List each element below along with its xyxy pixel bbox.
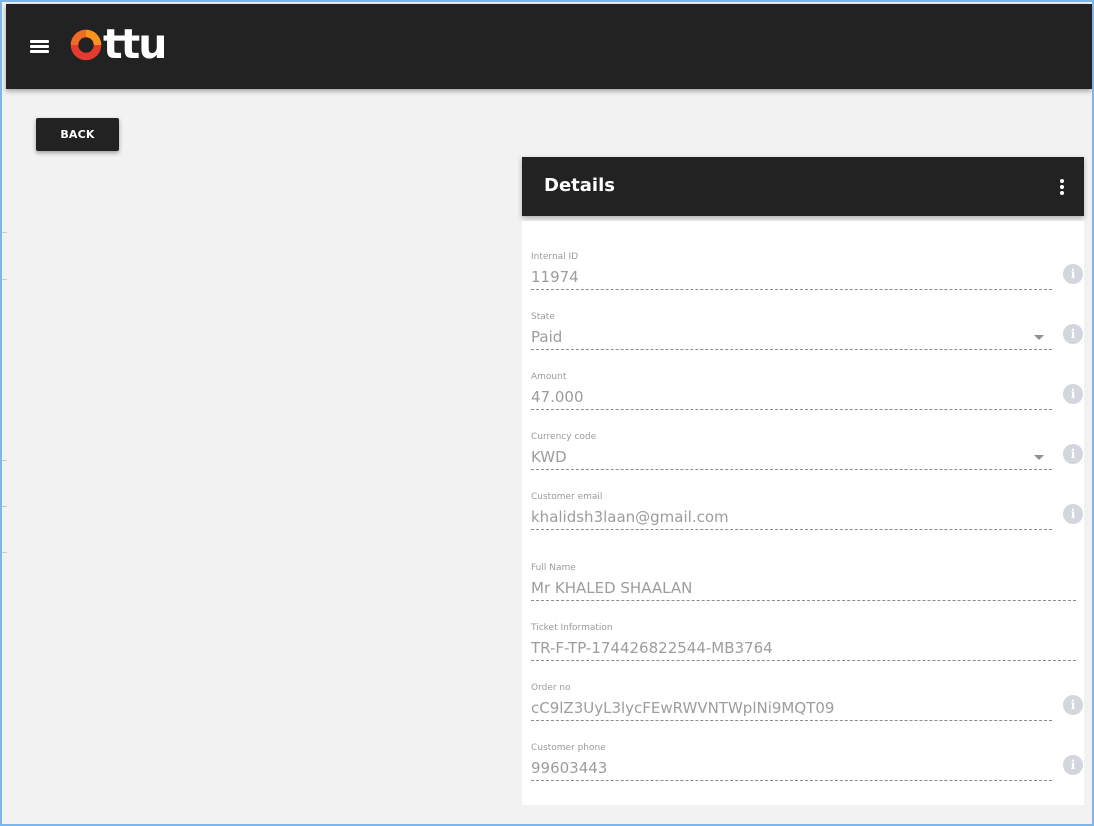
info-icon[interactable]: i bbox=[1063, 755, 1083, 775]
full-name-input[interactable]: Mr KHALED SHAALAN bbox=[531, 575, 1076, 601]
hamburger-menu-icon[interactable] bbox=[30, 38, 50, 54]
back-button[interactable]: BACK bbox=[36, 118, 119, 151]
currency-code-select[interactable]: KWD bbox=[531, 444, 1052, 470]
customer-email-input[interactable]: khalidsh3laan@gmail.com bbox=[531, 504, 1052, 530]
dropdown-arrow-icon[interactable] bbox=[1034, 335, 1044, 340]
edge-divider bbox=[2, 232, 7, 233]
edge-divider bbox=[2, 279, 7, 280]
amount-input[interactable]: 47.000 bbox=[531, 384, 1052, 410]
info-icon[interactable]: i bbox=[1063, 264, 1083, 284]
logo-wordmark: ttu bbox=[103, 20, 167, 68]
customer-phone-input[interactable]: 99603443 bbox=[531, 755, 1052, 781]
field-label: Customer email bbox=[531, 492, 603, 502]
details-panel-header: Details bbox=[522, 157, 1084, 216]
dropdown-arrow-icon[interactable] bbox=[1034, 455, 1044, 460]
info-icon[interactable]: i bbox=[1063, 384, 1083, 404]
currency-select-value: KWD bbox=[531, 448, 567, 466]
field-label: Ticket Information bbox=[531, 623, 613, 633]
internal-id-input[interactable]: 11974 bbox=[531, 264, 1052, 290]
ticket-information-input[interactable]: TR-F-TP-174426822544-MB3764 bbox=[531, 635, 1076, 661]
field-label: Amount bbox=[531, 372, 567, 382]
ottu-logo[interactable]: ttu bbox=[70, 20, 167, 68]
field-label: Internal ID bbox=[531, 252, 579, 262]
details-panel-body: Internal ID 11974 i State Paid i Amount … bbox=[522, 221, 1084, 805]
field-label: State bbox=[531, 312, 555, 322]
field-label: Full Name bbox=[531, 563, 576, 573]
state-select-value: Paid bbox=[531, 328, 563, 346]
info-icon[interactable]: i bbox=[1063, 324, 1083, 344]
more-options-icon[interactable] bbox=[1058, 179, 1066, 195]
field-label: Order no bbox=[531, 683, 571, 693]
field-label: Customer phone bbox=[531, 743, 606, 753]
state-select[interactable]: Paid bbox=[531, 324, 1052, 350]
edge-divider bbox=[2, 460, 7, 461]
info-icon[interactable]: i bbox=[1063, 504, 1083, 524]
edge-divider bbox=[2, 506, 7, 507]
field-label: Currency code bbox=[531, 432, 597, 442]
info-icon[interactable]: i bbox=[1063, 695, 1083, 715]
panel-title: Details bbox=[544, 175, 615, 196]
top-app-bar: ttu bbox=[6, 4, 1092, 89]
logo-ring-icon bbox=[70, 29, 102, 61]
edge-divider bbox=[2, 552, 7, 553]
order-no-input[interactable]: cC9lZ3UyL3lycFEwRWVNTWplNi9MQT09 bbox=[531, 695, 1052, 721]
info-icon[interactable]: i bbox=[1063, 444, 1083, 464]
